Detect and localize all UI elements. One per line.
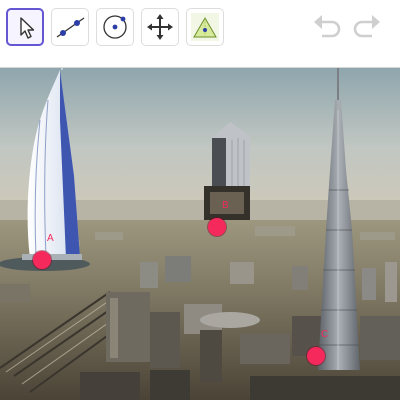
background-photo	[0, 68, 400, 400]
redo-icon	[353, 15, 380, 38]
triangle-tool-button[interactable]	[186, 8, 224, 46]
geogebra-app: A B C	[0, 0, 400, 400]
line-tool-button[interactable]	[51, 8, 89, 46]
point-a[interactable]	[33, 251, 51, 269]
move-graphics-tool-button[interactable]	[141, 8, 179, 46]
point-b[interactable]	[208, 218, 226, 236]
graphics-view[interactable]: A B C	[0, 68, 400, 400]
point-a-label: A	[47, 233, 54, 244]
circle-tool-button[interactable]	[96, 8, 134, 46]
pointer-arrow-icon	[20, 17, 35, 39]
point-c-label: C	[321, 329, 329, 340]
point-c[interactable]	[307, 347, 325, 365]
four-way-arrow-icon	[147, 14, 173, 40]
undo-icon	[314, 15, 341, 38]
circle-with-center-icon	[103, 15, 127, 39]
redo-button[interactable]	[350, 10, 384, 44]
move-tool-button[interactable]	[6, 8, 44, 46]
undo-button[interactable]	[310, 10, 344, 44]
point-b-label: B	[222, 200, 229, 211]
triangle-icon	[191, 13, 219, 41]
line-through-two-points-icon	[56, 17, 85, 38]
toolbar	[0, 0, 400, 54]
